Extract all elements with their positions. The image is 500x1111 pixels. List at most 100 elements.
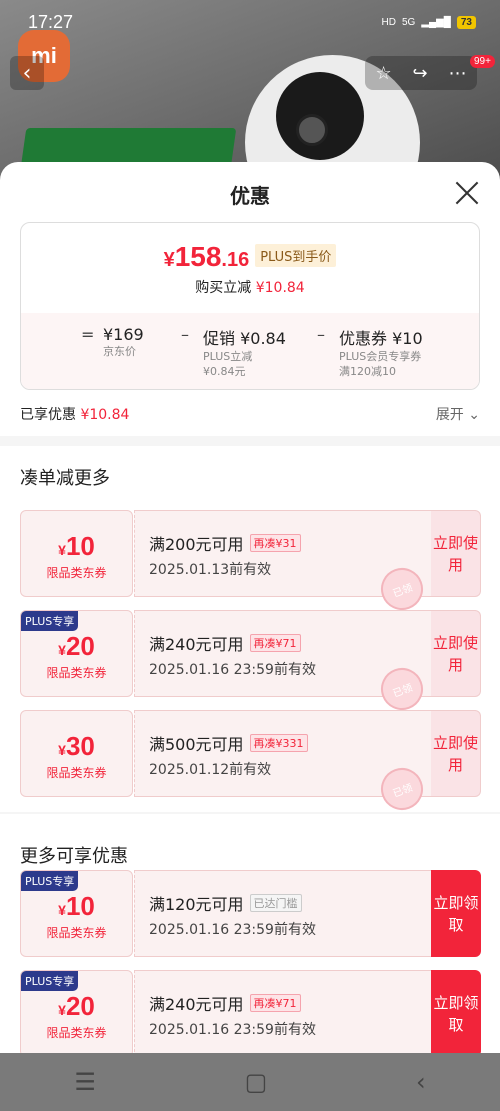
system-nav-bar: ☰ ▢ ‹ bbox=[0, 1053, 500, 1111]
breakdown-sub: 满120减10 bbox=[339, 365, 396, 378]
network-indicator: 5G bbox=[401, 16, 416, 28]
price-integer: 158 bbox=[174, 241, 222, 272]
coupon-category: 限品类东券 bbox=[46, 666, 107, 680]
breakdown-symbol: – bbox=[181, 325, 189, 344]
price-currency: ¥ bbox=[163, 249, 175, 271]
coupon-category: 限品类东券 bbox=[46, 566, 107, 580]
use-now-button[interactable]: 立即使用 bbox=[431, 710, 481, 797]
coupon-currency: ¥ bbox=[58, 642, 66, 658]
plus-price-tag: PLUS到手价 bbox=[255, 244, 337, 267]
coupon-category: 限品类东券 bbox=[46, 766, 107, 780]
breakdown-main: 促销 ¥0.84 bbox=[203, 329, 286, 348]
section-divider bbox=[0, 812, 500, 814]
coupon-amount: 30 bbox=[65, 731, 95, 761]
coupon-amount: 20 bbox=[65, 631, 95, 661]
coupon-value: PLUS专享 ¥20 限品类东券 bbox=[20, 970, 133, 1053]
discount-sheet: 优惠 ¥158.16 PLUS到手价 购买立减 ¥10.84 = ¥169 京东… bbox=[0, 162, 500, 1053]
coupon-value: ¥10 限品类东券 bbox=[20, 510, 133, 597]
enjoyed-summary: 已享优惠 ¥10.84 bbox=[20, 404, 129, 432]
coupon-amount: 10 bbox=[65, 891, 95, 921]
coupon-condition: 满200元可用 bbox=[149, 535, 244, 554]
coupon-expiry: 2025.01.16 23:59前有效 bbox=[149, 1022, 316, 1038]
breakdown-item: = ¥169 京东价 bbox=[81, 325, 179, 389]
status-time: 17:27 bbox=[28, 11, 74, 32]
breakdown-item: – 促销 ¥0.84 PLUS立减 ¥0.84元 bbox=[181, 325, 315, 389]
battery-icon: 73 bbox=[456, 15, 476, 29]
coupon-condition: 满120元可用 bbox=[149, 895, 244, 914]
coupon-currency: ¥ bbox=[58, 742, 66, 758]
coupon-category: 限品类东券 bbox=[46, 1026, 107, 1040]
breakdown-sub: 京东价 bbox=[103, 345, 136, 358]
status-icons: HD 5G ▂▄▆█ 73 bbox=[381, 15, 476, 29]
more-icon[interactable]: ⋯ bbox=[449, 63, 467, 84]
star-icon[interactable]: ☆ bbox=[375, 63, 391, 84]
home-icon[interactable]: ▢ bbox=[245, 1068, 268, 1096]
section-title-more-deals: 凑单减更多 bbox=[20, 468, 110, 489]
coupon-category: 限品类东券 bbox=[46, 926, 107, 940]
coupon-value: PLUS专享 ¥10 限品类东券 bbox=[20, 870, 133, 957]
breakdown-symbol: = bbox=[81, 325, 95, 344]
breakdown-sub: PLUS会员专享券 bbox=[339, 350, 422, 363]
coupon-tag: 再凑¥331 bbox=[249, 734, 308, 752]
coupon-condition: 满240元可用 bbox=[149, 635, 244, 654]
share-icon[interactable]: ↪ bbox=[413, 63, 428, 84]
signal-icon: ▂▄▆█ bbox=[421, 16, 451, 28]
enjoyed-row: 已享优惠 ¥10.84 展开 ⌄ bbox=[0, 390, 500, 432]
coupon-currency: ¥ bbox=[58, 902, 66, 918]
reduce-amount: ¥10.84 bbox=[255, 280, 305, 296]
breakdown-main: 优惠券 ¥10 bbox=[339, 329, 423, 348]
coupon-card: ¥30 限品类东券 满500元可用 再凑¥331 2025.01.12前有效 已领… bbox=[20, 710, 481, 816]
close-icon[interactable] bbox=[454, 180, 480, 206]
price-breakdown: = ¥169 京东价 – 促销 ¥0.84 PLUS立减 ¥0.84元 – 优惠… bbox=[21, 313, 479, 389]
coupon-amount: 20 bbox=[65, 991, 95, 1021]
plus-exclusive-badge: PLUS专享 bbox=[21, 971, 79, 991]
plus-exclusive-badge: PLUS专享 bbox=[21, 871, 79, 891]
breakdown-item: – 优惠券 ¥10 PLUS会员专享券 满120减10 bbox=[317, 325, 459, 389]
breakdown-sub: ¥0.84元 bbox=[203, 365, 246, 378]
coupon-currency: ¥ bbox=[58, 1002, 66, 1018]
coupon-card: PLUS专享 ¥20 限品类东券 满240元可用 再凑¥71 2025.01.16… bbox=[20, 970, 481, 1053]
coupon-amount: 10 bbox=[65, 531, 95, 561]
reduce-label: 购买立减 bbox=[195, 280, 252, 296]
coupon-value: PLUS专享 ¥20 限品类东券 bbox=[20, 610, 133, 697]
reduce-line: 购买立减 ¥10.84 bbox=[21, 277, 479, 297]
coupon-value: ¥30 限品类东券 bbox=[20, 710, 133, 797]
coupon-details: 满120元可用 已达门槛 2025.01.16 23:59前有效 bbox=[134, 870, 431, 957]
coupon-expiry: 2025.01.16 23:59前有效 bbox=[149, 922, 316, 938]
coupon-currency: ¥ bbox=[58, 542, 66, 558]
plus-exclusive-badge: PLUS专享 bbox=[21, 611, 79, 631]
coupon-card: ¥10 限品类东券 满200元可用 再凑¥31 2025.01.13前有效 已领 … bbox=[20, 510, 481, 616]
section-divider bbox=[0, 436, 500, 446]
coupon-tag: 已达门槛 bbox=[249, 894, 302, 912]
coupon-tag: 再凑¥31 bbox=[249, 534, 301, 552]
coupon-card: PLUS专享 ¥20 限品类东券 满240元可用 再凑¥71 2025.01.16… bbox=[20, 610, 481, 716]
enjoyed-label: 已享优惠 bbox=[20, 407, 76, 423]
coupon-condition: 满240元可用 bbox=[149, 995, 244, 1014]
status-bar: 17:27 HD 5G ▂▄▆█ 73 bbox=[0, 0, 500, 44]
back-button[interactable]: ‹ bbox=[10, 56, 44, 90]
breakdown-symbol: – bbox=[317, 325, 325, 344]
expand-button[interactable]: 展开 ⌄ bbox=[436, 404, 480, 432]
breakdown-main: ¥169 bbox=[103, 325, 144, 344]
coupon-condition: 满500元可用 bbox=[149, 735, 244, 754]
breakdown-sub: PLUS立减 bbox=[203, 350, 253, 363]
coupon-tag: 再凑¥71 bbox=[249, 634, 301, 652]
back-icon[interactable]: ‹ bbox=[416, 1068, 426, 1096]
coupon-card: PLUS专享 ¥10 限品类东券 满120元可用 已达门槛 2025.01.16 … bbox=[20, 870, 481, 957]
sheet-title: 优惠 bbox=[230, 184, 270, 208]
coupon-details: 满500元可用 再凑¥331 2025.01.12前有效 已领 bbox=[134, 710, 431, 816]
final-price: ¥158.16 bbox=[164, 241, 250, 273]
price-summary: ¥158.16 PLUS到手价 购买立减 ¥10.84 bbox=[21, 223, 479, 313]
use-now-button[interactable]: 立即使用 bbox=[431, 610, 481, 697]
coupon-details: 满240元可用 再凑¥71 2025.01.16 23:59前有效 已领 bbox=[134, 610, 431, 716]
use-now-button[interactable]: 立即使用 bbox=[431, 510, 481, 597]
claim-now-button[interactable]: 立即领取 bbox=[431, 870, 481, 957]
menu-icon[interactable]: ☰ bbox=[74, 1068, 96, 1096]
product-actions: ☆ ↪ ⋯ bbox=[365, 56, 477, 90]
price-decimal: .16 bbox=[221, 249, 250, 271]
hd-indicator: HD bbox=[381, 16, 396, 28]
claim-now-button[interactable]: 立即领取 bbox=[431, 970, 481, 1053]
coupon-details: 满200元可用 再凑¥31 2025.01.13前有效 已领 bbox=[134, 510, 431, 616]
coupon-tag: 再凑¥71 bbox=[249, 994, 301, 1012]
cart-badge: 99+ bbox=[470, 55, 495, 68]
